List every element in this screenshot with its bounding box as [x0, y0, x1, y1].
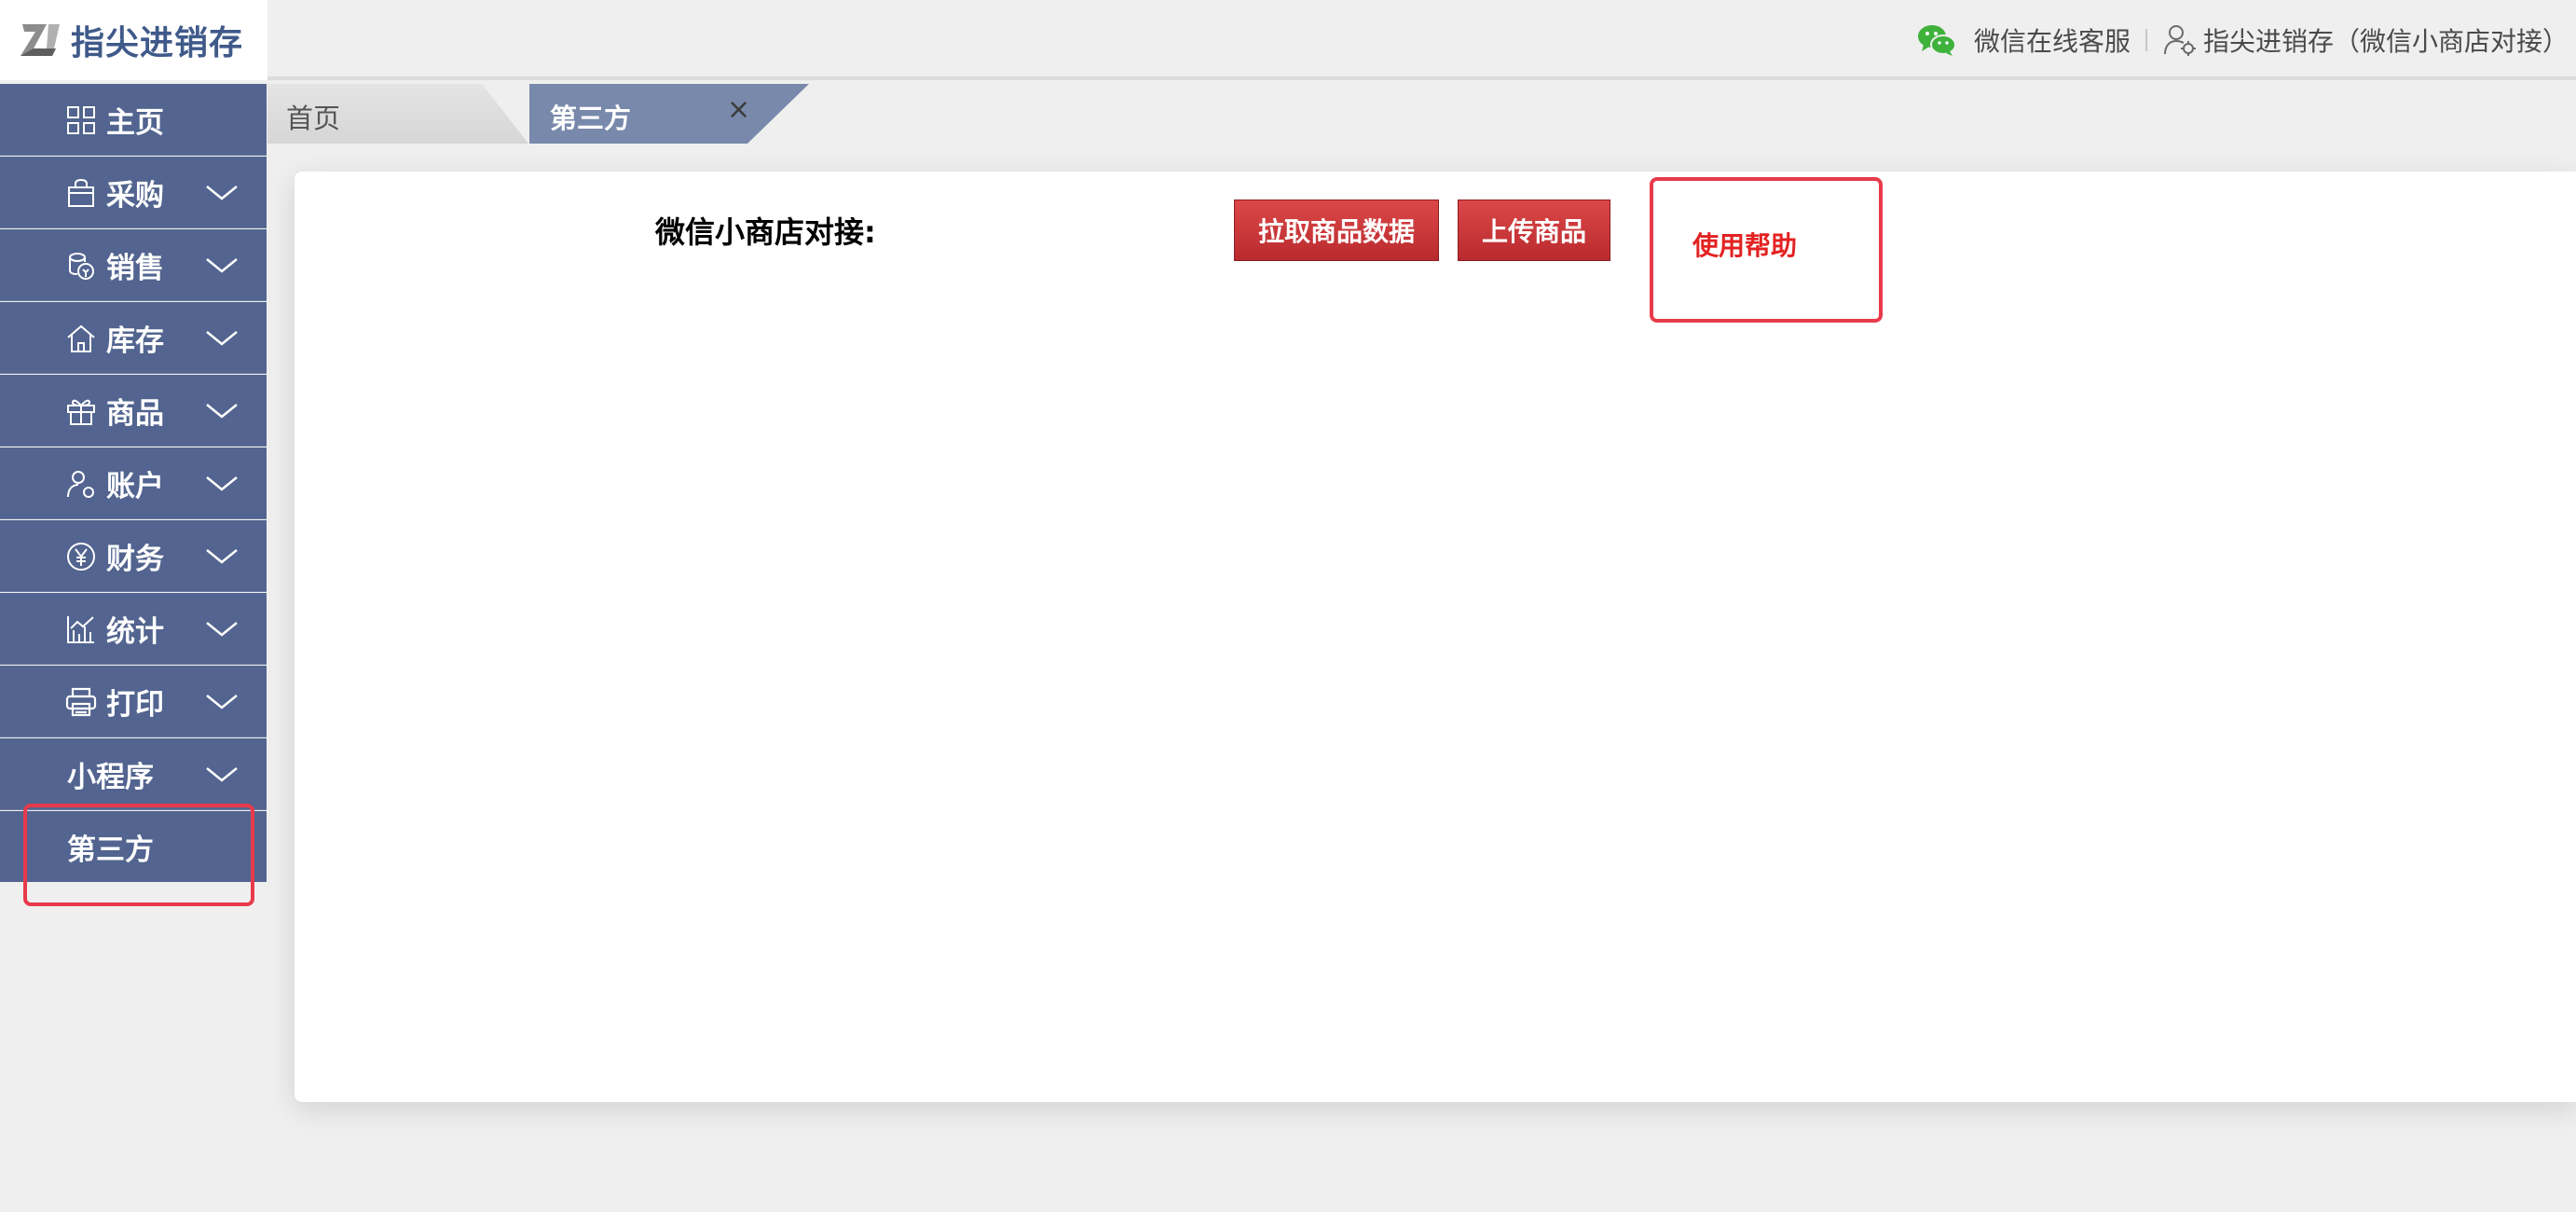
sidebar-item-miniprogram[interactable]: 小程序 [0, 738, 267, 810]
user-settings-icon[interactable] [2162, 22, 2198, 58]
divider [2144, 29, 2147, 51]
sidebar-item-statistics[interactable]: 统计 [0, 593, 267, 665]
chevron-down-icon[interactable] [205, 763, 239, 785]
chevron-down-icon[interactable] [205, 399, 239, 421]
sidebar-item-label: 财务 [106, 542, 164, 576]
sidebar: 主页 采购 销售 库存 商品 账户 财务 统计 打印 小程序 第三方 [0, 84, 267, 882]
logo-text: 指尖进销存 [71, 24, 244, 62]
tab-label: 第三方 [550, 103, 632, 134]
tab-third-party[interactable]: 第三方 × [529, 84, 809, 144]
sidebar-item-purchase[interactable]: 采购 [0, 157, 267, 228]
online-service-link[interactable]: 微信在线客服 [1974, 21, 2131, 59]
tab-home[interactable]: 首页 [267, 84, 528, 144]
user-menu[interactable]: 指尖进销存（微信小商店对接） [2203, 21, 2569, 59]
yen-icon [67, 543, 95, 571]
highlight-box-help [1650, 177, 1883, 323]
sidebar-item-account[interactable]: 账户 [0, 448, 267, 519]
tab-label: 首页 [286, 103, 341, 134]
printer-icon [65, 687, 97, 717]
chevron-down-icon[interactable] [205, 690, 239, 712]
sidebar-item-label: 统计 [106, 614, 164, 649]
sidebar-item-goods[interactable]: 商品 [0, 375, 267, 447]
sidebar-item-label: 主页 [106, 105, 164, 140]
sidebar-item-sales[interactable]: 销售 [0, 229, 267, 301]
logo-mark-icon [21, 24, 60, 56]
logo[interactable]: 指尖进销存 [0, 0, 267, 80]
sidebar-item-home[interactable]: 主页 [0, 84, 267, 156]
tab-bar: 首页 第三方 × [267, 84, 2576, 144]
chart-icon [67, 616, 94, 643]
sidebar-item-label: 销售 [106, 251, 164, 285]
sidebar-item-label: 小程序 [67, 760, 154, 794]
coins-icon [69, 253, 94, 280]
gift-icon [67, 399, 95, 425]
top-bar: 指尖进销存 微信在线客服 指尖进销存（微信小商店对接） [0, 0, 2576, 80]
chevron-down-icon[interactable] [205, 181, 239, 203]
chevron-down-icon[interactable] [205, 472, 239, 494]
sidebar-item-label: 库存 [106, 324, 164, 358]
chevron-down-icon[interactable] [205, 254, 239, 276]
sidebar-item-finance[interactable]: 财务 [0, 520, 267, 592]
sidebar-item-label: 账户 [106, 469, 164, 503]
pull-goods-data-button[interactable]: 拉取商品数据 [1234, 200, 1439, 261]
bag-icon [68, 178, 94, 207]
sidebar-item-label: 采购 [106, 178, 164, 213]
content-panel: 微信小商店对接: 拉取商品数据 上传商品 使用帮助 [295, 172, 2576, 1102]
chevron-down-icon[interactable] [205, 326, 239, 349]
user-icon [67, 471, 94, 498]
wechat-icon[interactable] [1916, 22, 1957, 58]
chevron-down-icon[interactable] [205, 617, 239, 640]
home-icon [67, 324, 95, 352]
sidebar-item-label: 打印 [106, 687, 164, 722]
close-icon[interactable]: × [727, 93, 750, 126]
sidebar-item-inventory[interactable]: 库存 [0, 302, 267, 374]
chevron-down-icon[interactable] [205, 544, 239, 567]
highlight-box-third-party [23, 804, 254, 906]
sidebar-item-label: 商品 [106, 396, 164, 431]
top-right-menu: 微信在线客服 指尖进销存（微信小商店对接） [1916, 19, 2569, 62]
section-title: 微信小商店对接: [655, 214, 876, 250]
sidebar-item-print[interactable]: 打印 [0, 666, 267, 737]
grid-icon [67, 106, 95, 134]
upload-goods-button[interactable]: 上传商品 [1458, 200, 1610, 261]
